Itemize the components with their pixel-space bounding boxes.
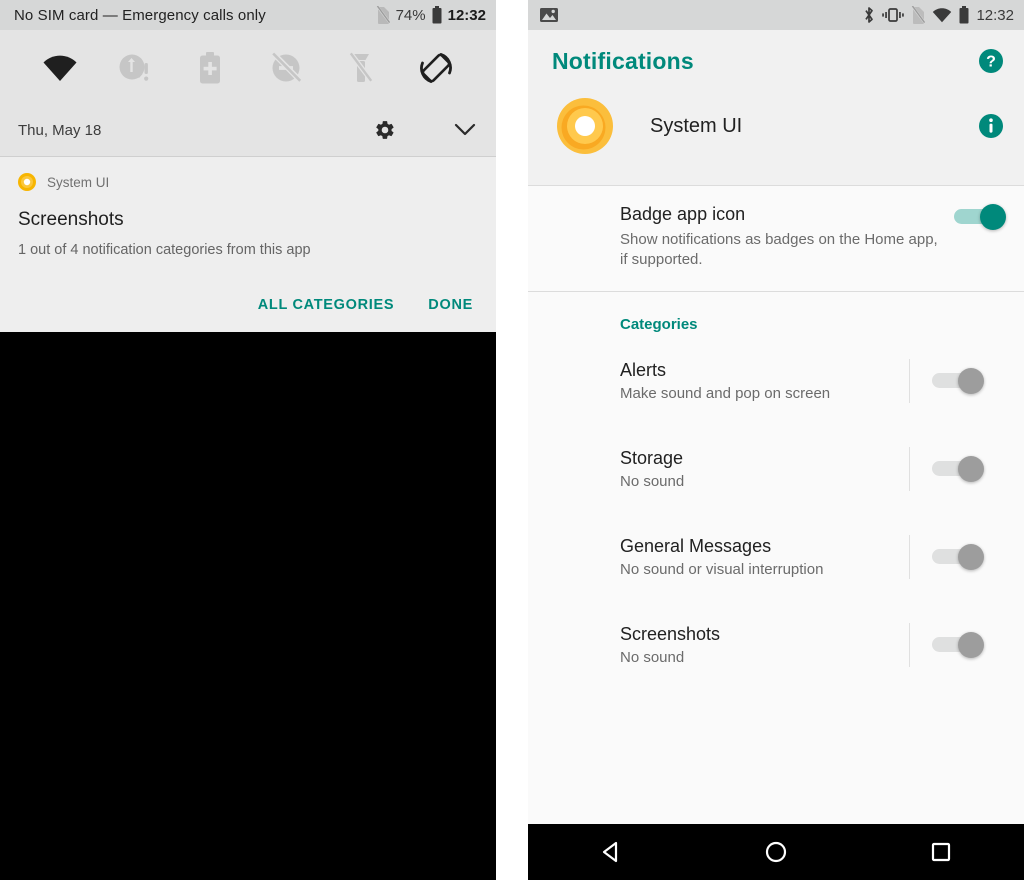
badge-app-icon-row[interactable]: Badge app icon Show notifications as bad…: [528, 186, 1024, 291]
recents-icon[interactable]: [929, 840, 953, 864]
flashlight-tile[interactable]: [323, 52, 398, 84]
category-title: Alerts: [620, 359, 667, 380]
category-switch[interactable]: [932, 543, 984, 570]
quick-settings-panel: Thu, May 18: [0, 30, 496, 157]
category-row-general-messages[interactable]: General Messages No sound or visual inte…: [528, 513, 1024, 601]
carrier-text: No SIM card — Emergency calls only: [14, 6, 266, 24]
pref-subtitle: Show notifications as badges on the Home…: [620, 231, 938, 269]
category-subtitle: Make sound and pop on screen: [620, 384, 831, 402]
notification-actions: ALL CATEGORIES DONE: [18, 288, 478, 322]
battery-saver-icon: [199, 52, 221, 84]
dual-screenshot-composite: No SIM card — Emergency calls only 74% 1…: [0, 0, 1024, 880]
all-categories-button[interactable]: ALL CATEGORIES: [258, 297, 395, 313]
category-subtitle: No sound: [620, 472, 685, 490]
category-row-alerts[interactable]: Alerts Make sound and pop on screen: [528, 337, 1024, 425]
right-phone-screen: 12:32 Notifications ? System UI Badge ap…: [528, 0, 1024, 880]
flashlight-off-icon: [348, 52, 373, 84]
auto-rotate-tile[interactable]: [399, 51, 474, 85]
wifi-tile[interactable]: [22, 54, 97, 82]
app-name: System UI: [650, 114, 743, 137]
badge-app-icon-switch[interactable]: [954, 204, 1006, 230]
auto-rotate-icon: [419, 51, 453, 85]
category-switch[interactable]: [932, 367, 984, 394]
mobile-data-tile[interactable]: [97, 53, 172, 83]
category-row-storage[interactable]: Storage No sound: [528, 425, 1024, 513]
notification-card[interactable]: System UI Screenshots 1 out of 4 notific…: [0, 157, 496, 332]
svg-text:?: ?: [986, 54, 996, 71]
battery-icon: [432, 6, 442, 24]
status-clock: 12:32: [976, 6, 1014, 24]
notification-subtitle: 1 out of 4 notification categories from …: [18, 242, 311, 258]
category-switch[interactable]: [932, 455, 984, 482]
settings-body: Badge app icon Show notifications as bad…: [528, 186, 1024, 824]
notification-app-row: System UI: [18, 171, 478, 193]
panel-gutter: [496, 0, 528, 880]
quick-settings-tiles: [0, 32, 496, 104]
wifi-icon: [42, 54, 78, 82]
category-subtitle: No sound: [620, 648, 685, 666]
category-subtitle: No sound or visual interruption: [620, 560, 824, 578]
notifications-header: Notifications ? System UI: [528, 30, 1024, 185]
wifi-icon: [932, 7, 952, 23]
done-button[interactable]: DONE: [428, 297, 473, 313]
chevron-down-icon[interactable]: [454, 123, 476, 137]
categories-section-label: Categories: [620, 315, 698, 333]
screenshot-icon: [540, 7, 558, 23]
notification-title: Screenshots: [18, 209, 124, 230]
left-phone-screen: No SIM card — Emergency calls only 74% 1…: [0, 0, 496, 880]
category-title: Storage: [620, 447, 684, 468]
category-title: Screenshots: [620, 623, 721, 644]
pref-title: Badge app icon: [620, 204, 746, 224]
dnd-off-icon: [270, 52, 302, 84]
page-title: Notifications: [552, 48, 694, 74]
do-not-disturb-tile[interactable]: [248, 52, 323, 84]
android-o-icon: [556, 97, 614, 155]
right-navigation-bar: [528, 824, 1024, 880]
category-switch[interactable]: [932, 631, 984, 658]
help-icon[interactable]: ?: [978, 48, 1004, 74]
battery-icon: [959, 6, 969, 24]
category-row-screenshots[interactable]: Screenshots No sound: [528, 601, 1024, 689]
no-sim-icon: [911, 5, 926, 25]
info-icon[interactable]: [978, 113, 1004, 139]
gear-icon[interactable]: [374, 119, 396, 141]
battery-saver-tile[interactable]: [173, 52, 248, 84]
no-sim-icon: [375, 5, 390, 25]
mobile-data-off-icon: [118, 53, 152, 83]
bluetooth-icon: [863, 6, 875, 24]
battery-percent: 74%: [395, 6, 426, 24]
status-clock: 12:32: [447, 6, 486, 24]
category-title: General Messages: [620, 535, 772, 556]
qs-date-label: Thu, May 18: [18, 121, 102, 139]
notification-app-name: System UI: [47, 174, 110, 190]
app-header-row[interactable]: System UI: [552, 75, 1004, 185]
right-status-bar: 12:32: [528, 0, 1024, 30]
home-icon[interactable]: [764, 840, 788, 864]
vibrate-icon: [882, 7, 905, 23]
android-o-icon: [18, 173, 36, 191]
quick-settings-footer: Thu, May 18: [0, 104, 496, 156]
back-icon[interactable]: [599, 840, 623, 864]
left-status-bar: No SIM card — Emergency calls only 74% 1…: [0, 0, 496, 30]
